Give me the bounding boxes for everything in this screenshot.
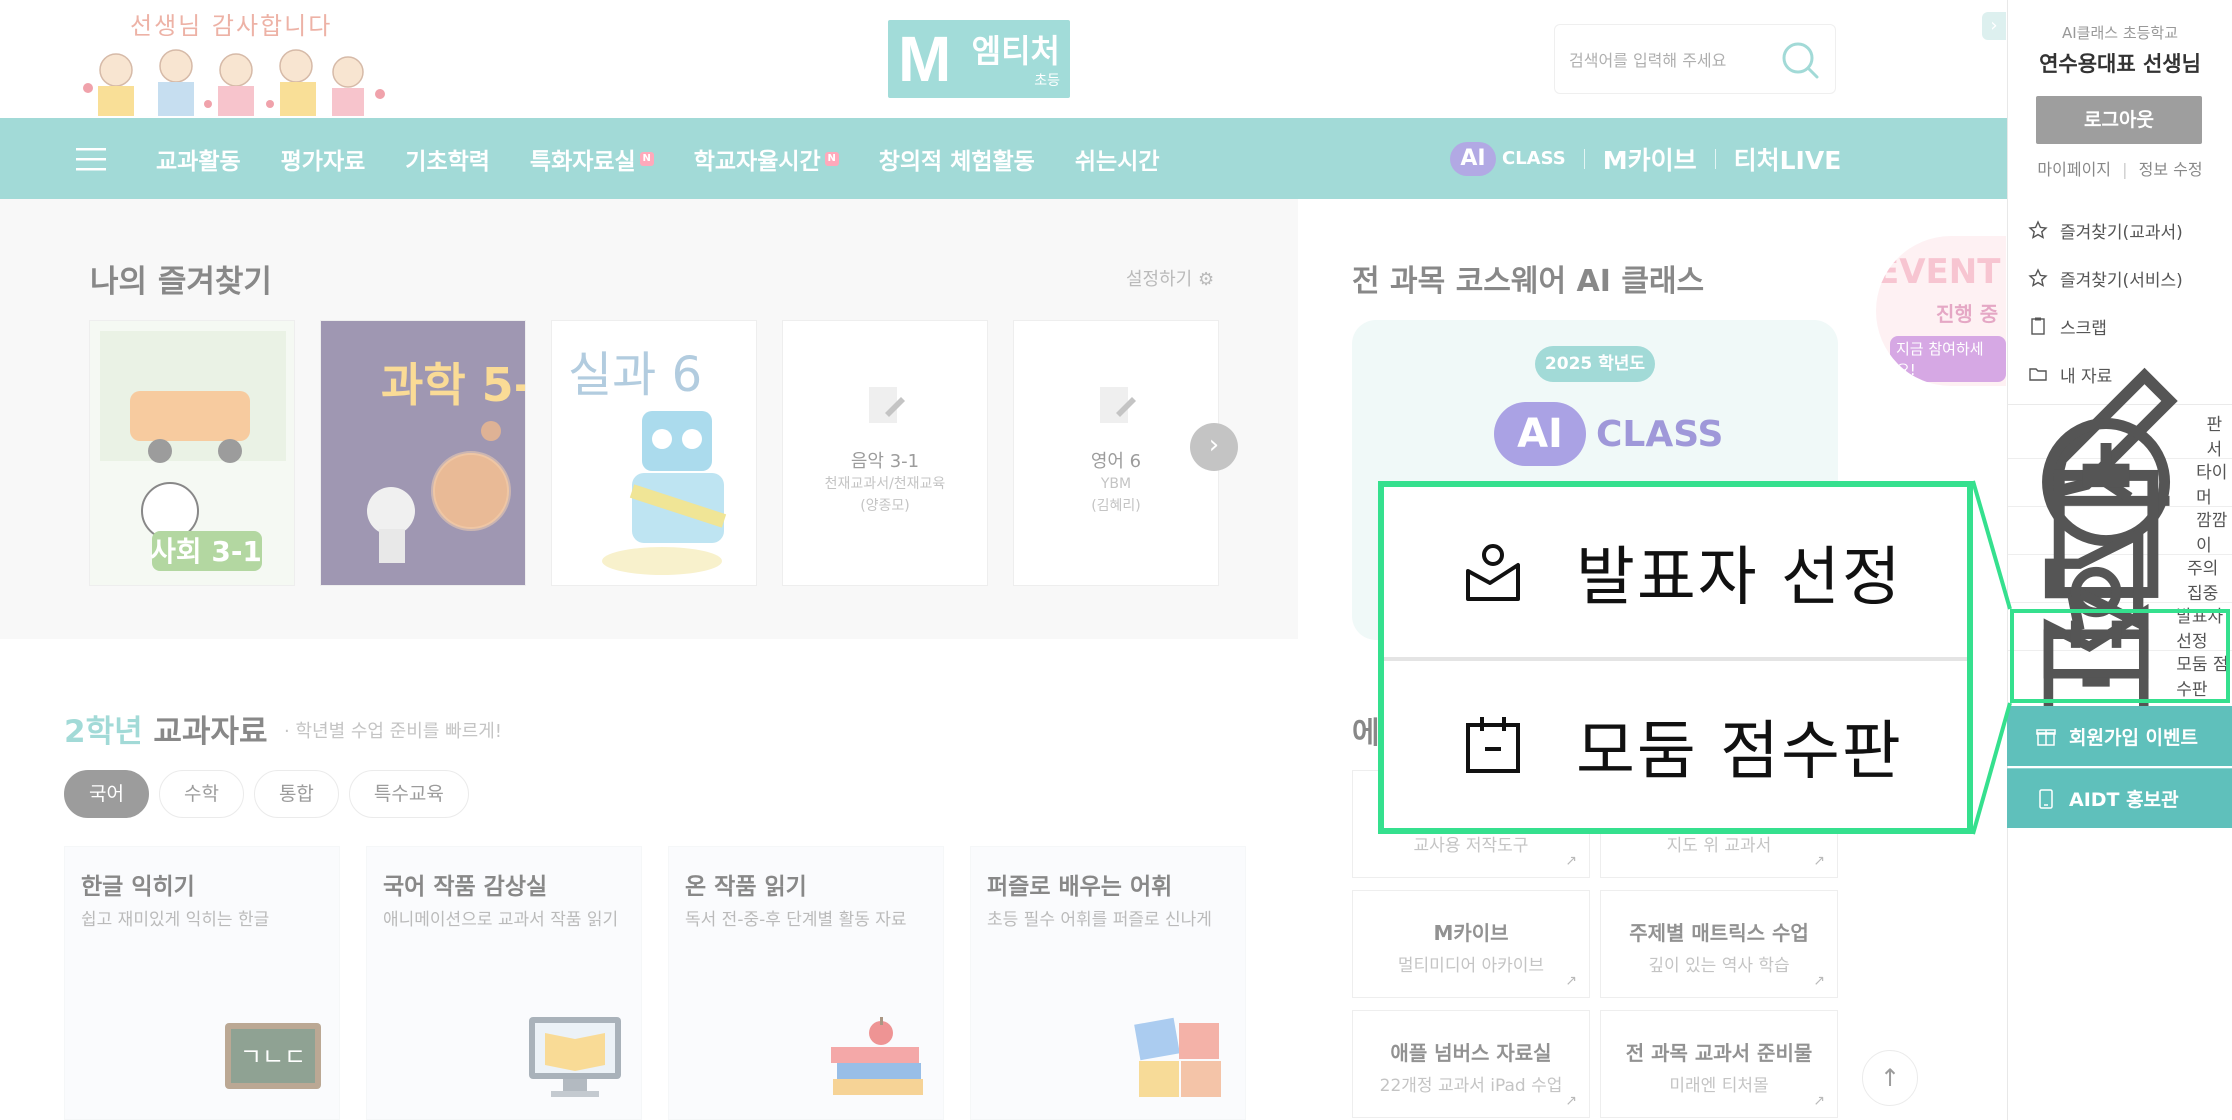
zoomed-callout: 발표자 선정 모둠 점수판 xyxy=(1378,481,1973,834)
signup-event-button[interactable]: 회원가입 이벤트 xyxy=(2007,706,2232,766)
sidebar-item-label: 즐겨찾기(서비스) xyxy=(2060,270,2183,291)
edit-profile-link[interactable]: 정보 수정 xyxy=(2139,160,2203,179)
user-name: 연수용대표 선생님 xyxy=(2039,52,2201,76)
sidebar-item-label: 타이머 xyxy=(2196,462,2228,508)
mypage-link[interactable]: 마이페이지 xyxy=(2037,160,2111,179)
sidebar-item-fav-textbook[interactable]: 즐겨찾기(교과서) xyxy=(2008,206,2232,254)
signup-event-label: 회원가입 이벤트 xyxy=(2069,726,2198,749)
link-divider: | xyxy=(2122,160,2128,179)
sidebar-item-label: 판서 xyxy=(2206,414,2223,460)
user-school: AI클래스 초등학교 xyxy=(2061,24,2179,42)
sidebar-item-label: 주의집중 xyxy=(2186,558,2219,604)
gift-icon xyxy=(2036,729,2056,746)
sidebar-item-label: 스크랩 xyxy=(2060,318,2107,339)
zoom-scoreboard-label: 모둠 점수판 xyxy=(1576,715,1903,789)
zoom-item-presenter: 발표자 선정 xyxy=(1384,487,1967,657)
sidebar-item-fav-service[interactable]: 즐겨찾기(서비스) xyxy=(2008,254,2232,302)
sidebar-item-label: 깜깜이 xyxy=(2196,510,2228,556)
sidebar-highlight-box xyxy=(2010,609,2230,703)
tablet-icon xyxy=(2039,788,2053,809)
zoom-item-scoreboard: 모둠 점수판 xyxy=(1384,661,1967,831)
logout-button[interactable]: 로그아웃 xyxy=(2036,96,2202,144)
sidebar-item-label: 즐겨찾기(교과서) xyxy=(2060,222,2183,243)
presenter-select-icon xyxy=(1466,544,1520,601)
aidt-promo-label: AIDT 홍보관 xyxy=(2069,789,2179,811)
zoom-presenter-label: 발표자 선정 xyxy=(1576,541,1903,615)
clipboard-icon xyxy=(2031,317,2045,335)
scoreboard-icon xyxy=(1466,717,1520,773)
user-sidebar: AI클래스 초등학교 연수용대표 선생님 로그아웃 마이페이지 | 정보 수정 … xyxy=(2007,0,2232,1120)
aidt-promo-button[interactable]: AIDT 홍보관 xyxy=(2007,768,2232,828)
account-links: 마이페이지 | 정보 수정 xyxy=(2008,156,2232,180)
sidebar-item-scrap[interactable]: 스크랩 xyxy=(2008,302,2232,350)
star-icon xyxy=(2028,268,2048,287)
star-icon xyxy=(2028,220,2048,239)
